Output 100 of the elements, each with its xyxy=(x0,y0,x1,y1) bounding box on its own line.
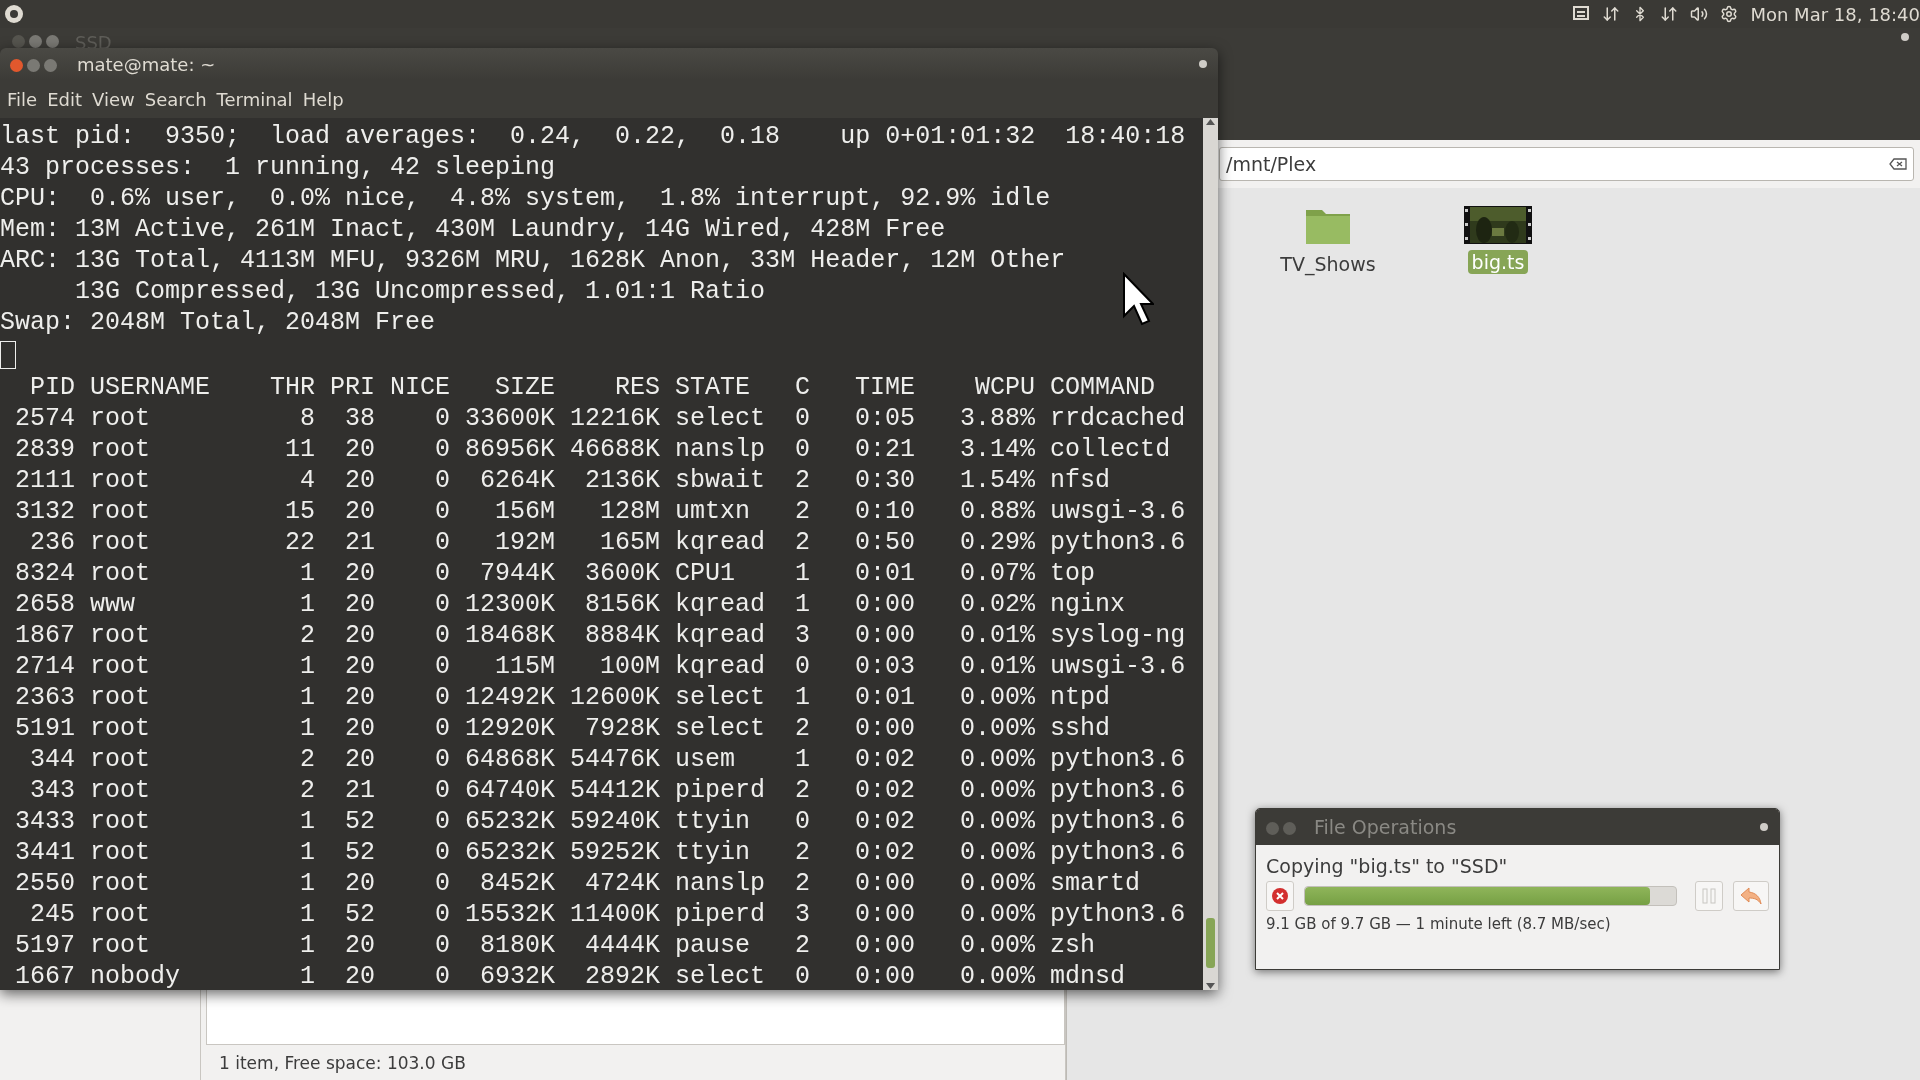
table-cell-text: top xyxy=(1049,558,1097,589)
table-cell-text: 8884K xyxy=(584,620,661,651)
table-cell-text: 20 xyxy=(344,961,376,990)
table-cell-text: 5191 xyxy=(14,713,75,744)
table-cell-text: root xyxy=(89,806,151,837)
table-cell-text: root xyxy=(89,899,151,930)
table-cell-text: root xyxy=(89,403,151,434)
table-cell-text: 8452K xyxy=(479,868,556,899)
menu-item[interactable]: Help xyxy=(297,88,349,110)
menu-item[interactable]: File xyxy=(2,88,43,110)
table-cell-text: 0 xyxy=(434,527,451,558)
table-cell-text: python3.6 xyxy=(1049,527,1186,558)
column-header: PID xyxy=(29,372,75,403)
table-cell-text: 1867 xyxy=(14,620,75,651)
table-cell-text: 0 xyxy=(434,713,451,744)
table-cell-text: kqread xyxy=(674,651,766,682)
table-cell-text: root xyxy=(89,651,151,682)
table-cell-text: 1 xyxy=(794,589,811,620)
table-cell-text: ttyin xyxy=(674,837,752,868)
table-cell-text: 15532K xyxy=(464,899,556,930)
table-cell-text: 2839 xyxy=(14,434,75,465)
close-button[interactable] xyxy=(10,59,23,72)
table-cell-text: select xyxy=(674,403,766,434)
table-cell-text: 0.00% xyxy=(959,775,1036,806)
table-cell-text: 344 xyxy=(29,744,75,775)
table-cell-text: 0.00% xyxy=(959,868,1036,899)
display-icon[interactable] xyxy=(1572,5,1591,23)
table-cell-text: 0.01% xyxy=(959,651,1036,682)
menu-item[interactable]: View xyxy=(87,88,140,110)
table-cell-text: sbwait xyxy=(674,465,766,496)
table-cell-text: 0 xyxy=(434,930,451,961)
table-cell-text: 52 xyxy=(344,899,376,930)
text-cursor xyxy=(0,341,16,369)
table-cell-text: root xyxy=(89,713,151,744)
window-menu-icon[interactable] xyxy=(1900,32,1910,42)
terminal-line: 13G Compressed, 13G Uncompressed, 1.01:1 Ratio xyxy=(74,276,766,307)
table-cell-text: 0 xyxy=(434,434,451,465)
cancel-button[interactable] xyxy=(1266,881,1294,911)
menu-item[interactable]: Edit xyxy=(42,88,87,110)
window-menu-icon[interactable] xyxy=(1759,822,1769,832)
table-cell-text: 0.00% xyxy=(959,899,1036,930)
volume-icon[interactable] xyxy=(1690,5,1709,23)
table-cell-text: 0.00% xyxy=(959,713,1036,744)
menu-item[interactable]: Terminal xyxy=(211,88,298,110)
table-cell-text: ntpd xyxy=(1049,682,1112,713)
network-icon[interactable] xyxy=(1602,5,1621,23)
settings-icon[interactable] xyxy=(1720,5,1739,23)
table-cell-text: root xyxy=(89,775,151,806)
table-cell-text: 0 xyxy=(434,465,451,496)
table-cell-text: piperd xyxy=(674,775,766,806)
maximize-button[interactable] xyxy=(44,59,57,72)
table-cell-text: python3.6 xyxy=(1049,775,1186,806)
table-cell-text: 1 xyxy=(794,682,811,713)
table-cell-text: 20 xyxy=(344,930,376,961)
table-cell-text: 2550 xyxy=(14,868,75,899)
table-cell-text: 0.88% xyxy=(959,496,1036,527)
table-cell-text: 245 xyxy=(29,899,75,930)
clear-icon[interactable] xyxy=(1889,158,1907,170)
scroll-down-icon[interactable] xyxy=(1206,982,1215,990)
location-field[interactable]: /mnt/Plex xyxy=(1219,147,1914,181)
network-icon[interactable] xyxy=(1660,5,1679,23)
table-cell-text: 0.00% xyxy=(959,930,1036,961)
table-cell-text: nginx xyxy=(1049,589,1127,620)
scrollbar[interactable] xyxy=(1203,118,1218,990)
scrollbar-thumb[interactable] xyxy=(1206,918,1215,968)
table-cell-text: 46688K xyxy=(569,434,661,465)
table-cell-text: 21 xyxy=(344,775,376,806)
table-cell-text: 4444K xyxy=(584,930,661,961)
table-cell-text: 8180K xyxy=(479,930,556,961)
table-cell-text: 20 xyxy=(344,434,376,465)
table-cell-text: root xyxy=(89,620,151,651)
terminal-line: Swap: 2048M Total, 2048M Free xyxy=(0,307,436,338)
table-cell-text: 0 xyxy=(794,434,811,465)
menu-logo-icon[interactable] xyxy=(4,4,24,24)
table-cell-text: 65232K xyxy=(464,806,556,837)
minimize-button[interactable] xyxy=(29,35,42,48)
table-cell-text: 2 xyxy=(794,930,811,961)
table-cell-text: 0 xyxy=(434,620,451,651)
table-cell-text: root xyxy=(89,496,151,527)
table-cell-text: mdnsd xyxy=(1049,961,1127,990)
column-header: NICE xyxy=(389,372,451,403)
maximize-button[interactable] xyxy=(46,35,59,48)
terminal-line: CPU: 0.6% user, 0.0% nice, 4.8% system, 1.8% interrupt, 92.9% idle xyxy=(0,183,1051,214)
table-cell-text: usem xyxy=(674,744,737,775)
table-cell-text: 22 xyxy=(284,527,316,558)
minimize-button[interactable] xyxy=(27,59,40,72)
clock[interactable]: Mon Mar 18, 18:40 xyxy=(1750,3,1920,25)
table-cell-text: 2111 xyxy=(14,465,75,496)
table-cell-text: 1 xyxy=(299,868,316,899)
window-menu-icon[interactable] xyxy=(1198,59,1208,69)
table-cell-text: python3.6 xyxy=(1049,899,1186,930)
table-cell-text: 0:02 xyxy=(854,744,916,775)
file-name[interactable]: TV_Shows xyxy=(1276,252,1380,276)
table-cell-text: 12300K xyxy=(464,589,556,620)
table-cell-text: 7928K xyxy=(584,713,661,744)
table-cell-text: 128M xyxy=(599,496,661,527)
menu-item[interactable]: Search xyxy=(139,88,212,110)
table-cell-text: syslog-ng xyxy=(1049,620,1186,651)
column-header: THR xyxy=(269,372,316,403)
table-cell-text: collectd xyxy=(1049,434,1172,465)
